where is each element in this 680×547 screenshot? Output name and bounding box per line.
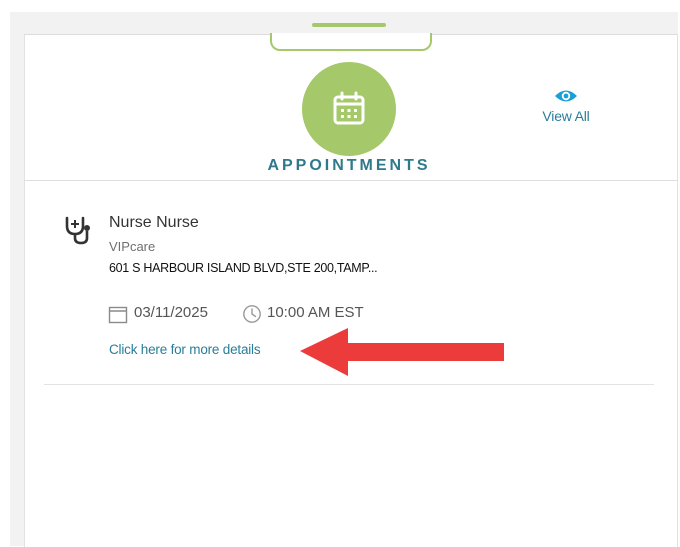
red-arrow-annotation — [300, 328, 504, 376]
more-details-link[interactable]: Click here for more details — [109, 342, 261, 357]
view-all-label: View All — [542, 108, 590, 124]
stethoscope-icon — [65, 216, 90, 245]
appointment-time: 10:00 AM EST — [267, 304, 364, 321]
appointment-address: 601 S HARBOUR ISLAND BLVD,STE 200,TAMP..… — [109, 261, 378, 275]
clock-icon — [243, 305, 261, 323]
eye-icon — [555, 90, 577, 102]
card-top-notch — [270, 33, 432, 51]
card-handle-bar — [312, 23, 386, 27]
provider-name: VIPcare — [109, 239, 156, 254]
patient-name: Nurse Nurse — [109, 214, 199, 231]
calendar-icon — [333, 91, 365, 125]
widget-title: APPOINTMENTS — [267, 157, 431, 174]
header-divider — [24, 180, 678, 181]
view-all-button[interactable]: View All — [530, 88, 602, 124]
appointment-date: 03/11/2025 — [134, 304, 208, 321]
appointment-row-divider — [44, 384, 654, 385]
appointments-icon-circle — [302, 62, 396, 156]
calendar-icon — [108, 306, 128, 324]
